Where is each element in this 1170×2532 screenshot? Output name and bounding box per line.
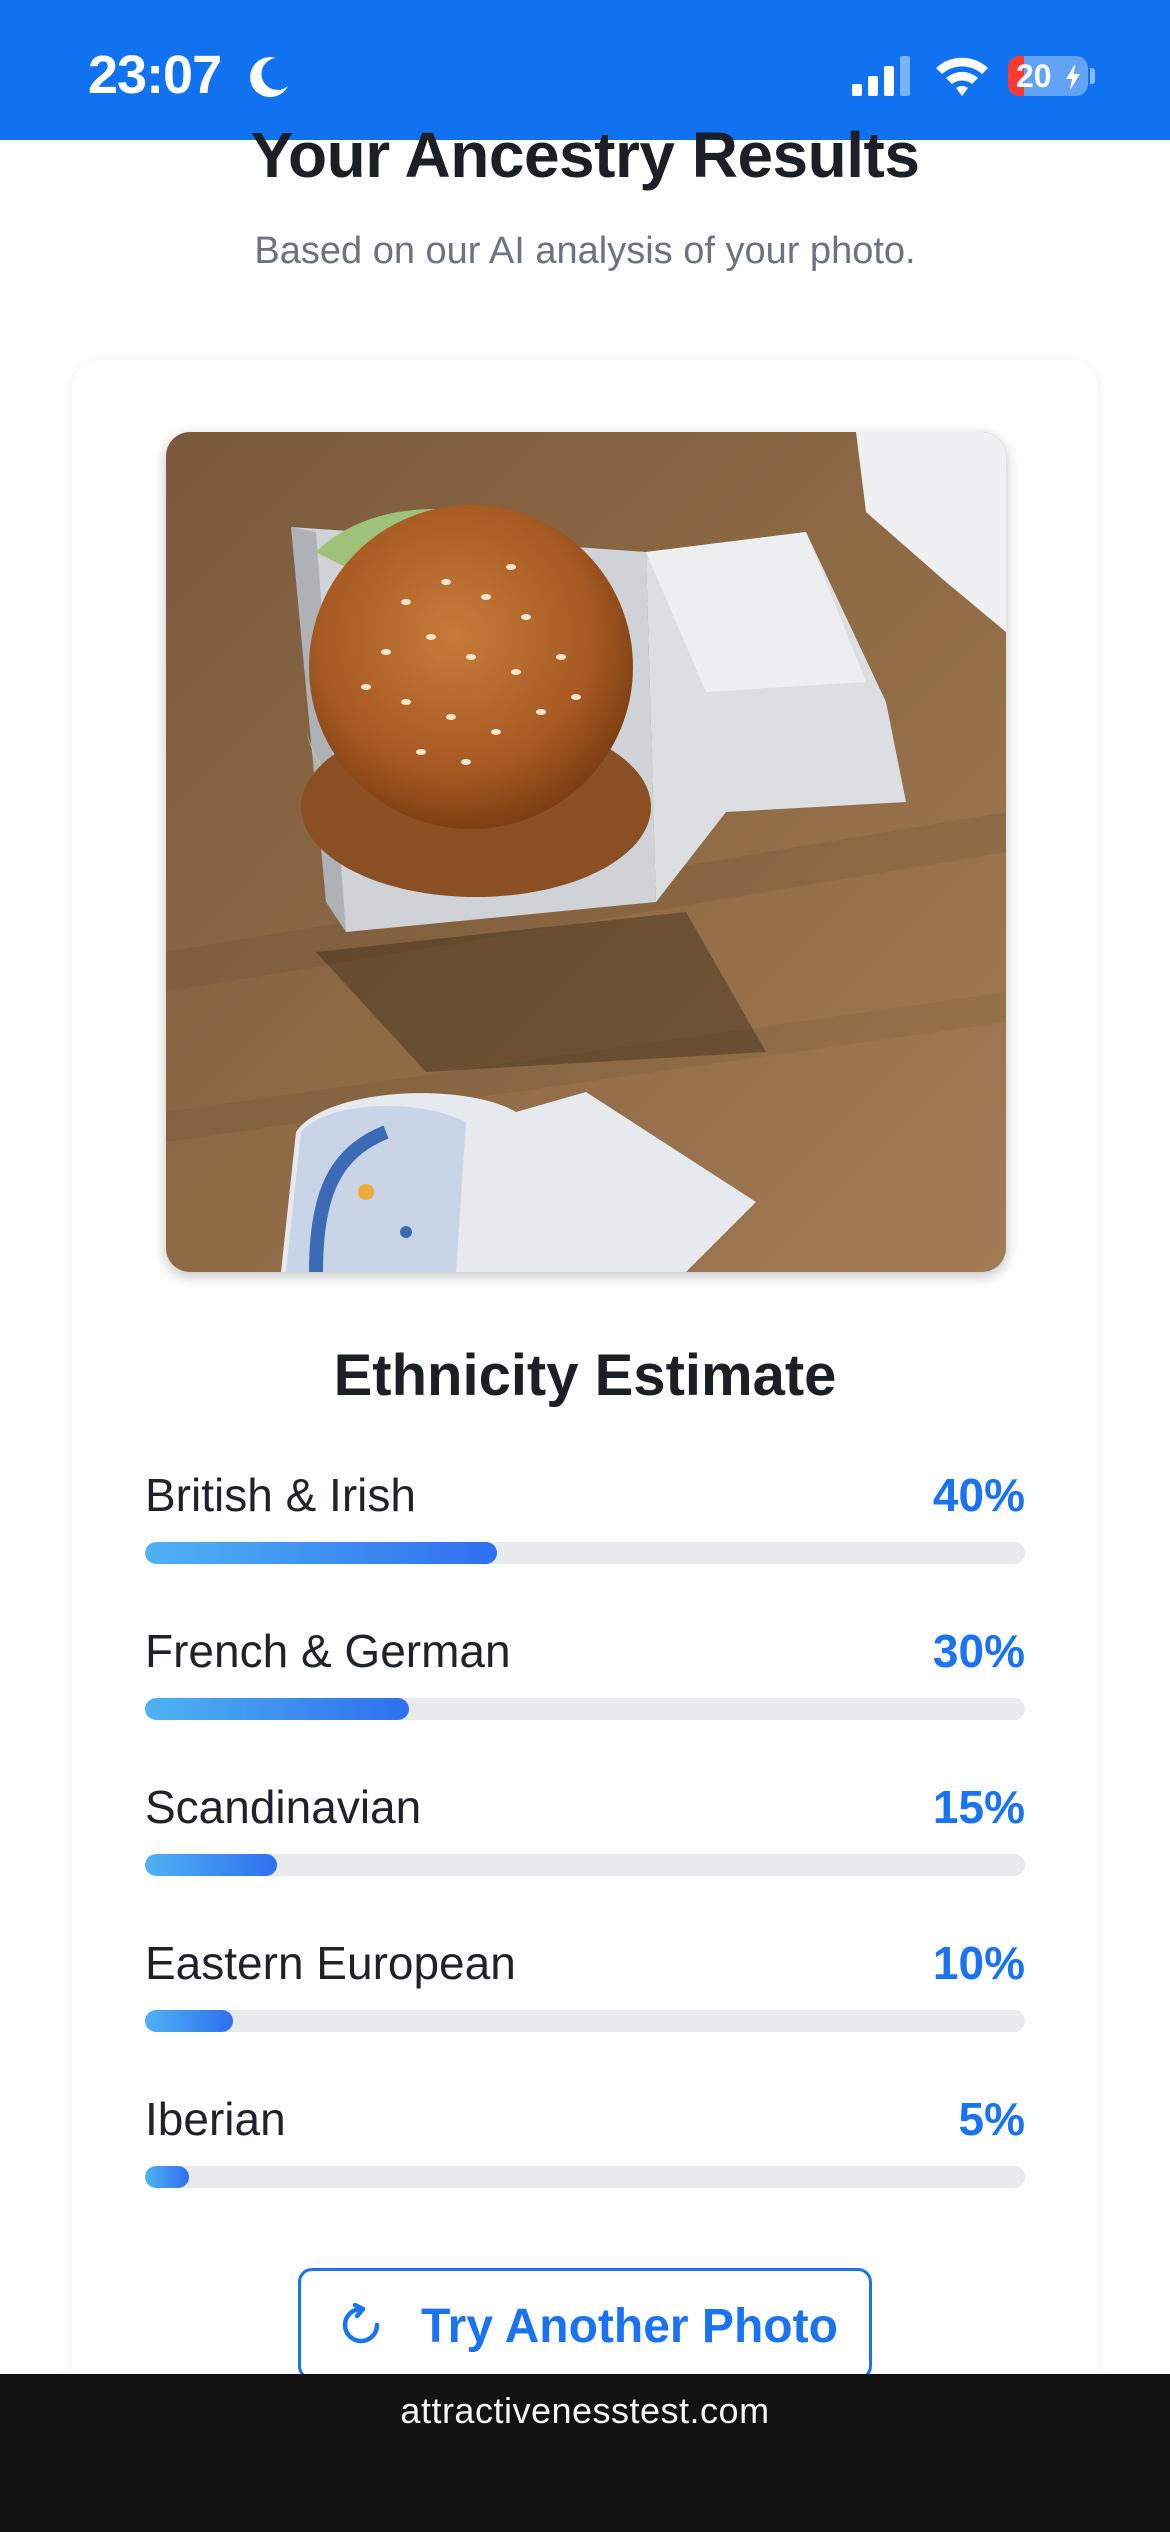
result-row: French & German 30% — [145, 1624, 1025, 1734]
page-subtitle: Based on our AI analysis of your photo. — [254, 230, 916, 272]
progress-fill — [145, 2010, 233, 2032]
result-percent: 40% — [932, 1469, 1025, 1521]
result-label: British & Irish — [145, 1469, 416, 1521]
try-another-photo-label: Try Another Photo — [421, 2300, 838, 2353]
moon-icon — [250, 57, 288, 98]
battery-percent: 20 — [1016, 58, 1052, 94]
page-title: Your Ancestry Results — [250, 119, 920, 191]
try-another-photo-button[interactable]: Try Another Photo — [298, 2268, 872, 2380]
result-label: Eastern European — [145, 1937, 516, 1989]
result-row: Iberian 5% — [145, 2092, 1025, 2202]
result-row: British & Irish 40% — [145, 1468, 1025, 1578]
progress-fill — [145, 1542, 497, 1564]
result-percent: 30% — [932, 1625, 1025, 1677]
battery-icon: 20 — [1008, 56, 1088, 96]
progress-track — [145, 1698, 1025, 1720]
progress-track — [145, 1542, 1025, 1564]
wifi-icon — [936, 57, 988, 96]
result-percent: 5% — [958, 2093, 1025, 2145]
progress-fill — [145, 1854, 277, 1876]
domain-label[interactable]: attractivenesstest.com — [0, 2390, 1170, 2432]
progress-track — [145, 2166, 1025, 2188]
section-title: Ethnicity Estimate — [333, 1343, 837, 1408]
progress-track — [145, 2010, 1025, 2032]
status-time: 23:07 — [88, 45, 222, 105]
progress-track — [145, 1854, 1025, 1876]
charging-bolt-icon — [1066, 64, 1080, 90]
result-label: Iberian — [145, 2093, 286, 2145]
progress-fill — [145, 1698, 409, 1720]
result-label: Scandinavian — [145, 1781, 422, 1833]
progress-fill — [145, 2166, 189, 2188]
photo-image — [166, 432, 1006, 1272]
uploaded-photo — [166, 432, 1006, 1272]
result-row: Scandinavian 15% — [145, 1780, 1025, 1890]
result-label: French & German — [145, 1625, 511, 1677]
browser-domain-bar: attractivenesstest.com — [0, 2374, 1170, 2532]
result-percent: 15% — [932, 1781, 1025, 1833]
signal-icon — [852, 56, 910, 96]
result-row: Eastern European 10% — [145, 1936, 1025, 2046]
result-percent: 10% — [932, 1937, 1025, 1989]
battery-cap — [1090, 68, 1095, 84]
refresh-icon — [342, 2303, 380, 2344]
